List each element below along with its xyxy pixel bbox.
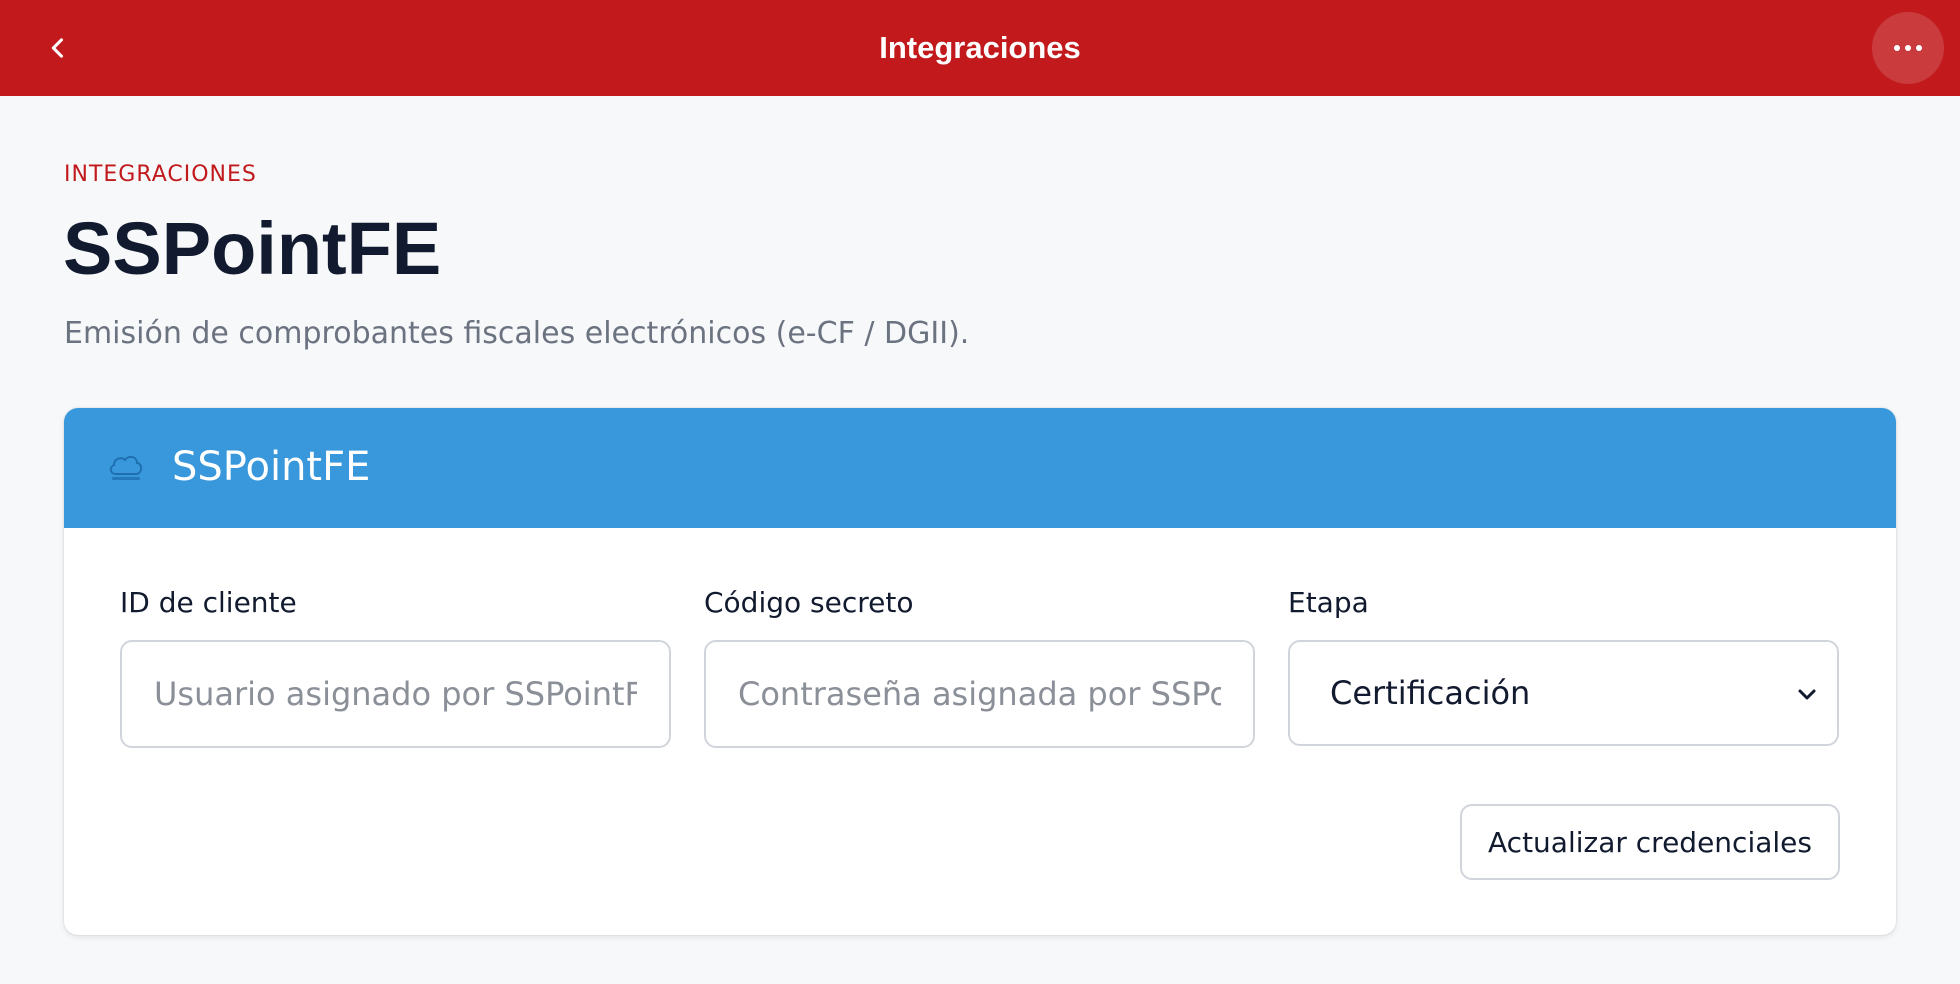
cloud-logo-icon	[109, 455, 143, 480]
update-credentials-button[interactable]: Actualizar credenciales	[1460, 804, 1840, 880]
more-horizontal-icon	[1894, 45, 1922, 51]
section-eyebrow: INTEGRACIONES	[64, 162, 257, 187]
client-id-label: ID de cliente	[120, 586, 297, 619]
page-title: SSPointFE	[63, 207, 442, 290]
card-header: SSPointFE	[64, 408, 1896, 528]
app-bar: Integraciones	[0, 0, 1960, 96]
stage-selected-value: Certificación	[1330, 674, 1531, 712]
client-id-input[interactable]	[120, 640, 671, 748]
card-title: SSPointFE	[172, 444, 371, 490]
more-options-button[interactable]	[1872, 12, 1944, 84]
page-subtitle: Emisión de comprobantes fiscales electró…	[64, 316, 970, 351]
integration-card: SSPointFE ID de cliente Código secreto E…	[64, 408, 1896, 935]
stage-label: Etapa	[1288, 586, 1369, 619]
chevron-down-icon	[1798, 689, 1816, 700]
secret-code-input[interactable]	[704, 640, 1255, 748]
secret-code-label: Código secreto	[704, 586, 914, 619]
app-bar-title: Integraciones	[879, 30, 1081, 65]
stage-select[interactable]: Certificación	[1288, 640, 1839, 746]
